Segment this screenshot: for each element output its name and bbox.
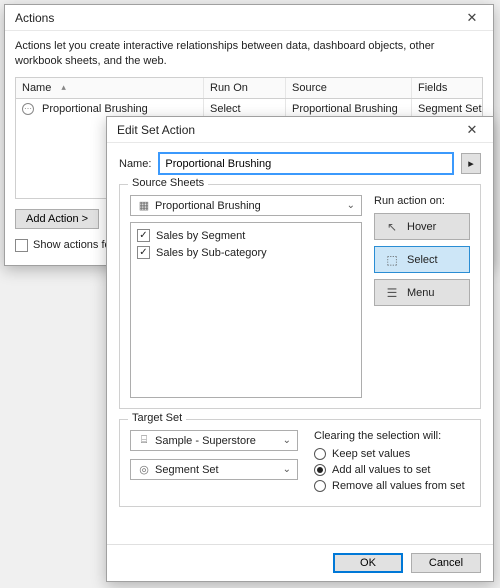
actions-titlebar: Actions ✕ [5,5,493,31]
source-sheets-title: Source Sheets [128,177,208,189]
edit-title: Edit Set Action [117,123,195,137]
actions-title: Actions [15,11,54,25]
actions-grid-header: Name ▴ Run On Source Fields [15,77,483,99]
edit-close-button[interactable]: ✕ [457,120,487,140]
actions-close-button[interactable]: ✕ [457,8,487,28]
col-header-source[interactable]: Source [286,78,412,98]
menu-icon: ☰ [385,286,399,300]
chevron-down-icon: ⌄ [283,435,291,446]
clearing-label: Clearing the selection will: [314,430,470,442]
add-action-button[interactable]: Add Action > [15,209,99,229]
col-header-fields[interactable]: Fields [412,78,482,98]
radio-icon [314,464,326,476]
name-label: Name: [119,158,151,170]
radio-icon [314,480,326,492]
radio-keep[interactable]: Keep set values [314,448,470,460]
target-datasource-combo[interactable]: ⌸ Sample - Superstore ⌄ [130,430,298,451]
radio-icon [314,448,326,460]
checkbox-icon [15,239,28,252]
source-sheet-list: Sales by Segment Sales by Sub-category [130,222,362,398]
cancel-button[interactable]: Cancel [411,553,481,573]
datasource-icon: ⌸ [137,434,151,447]
dialog-button-row: OK Cancel [107,544,493,581]
run-select-button[interactable]: ⬚ Select [374,246,470,273]
radio-remove[interactable]: Remove all values from set [314,480,470,492]
run-action-label: Run action on: [374,195,470,207]
target-set-title: Target Set [128,412,186,424]
list-item[interactable]: Sales by Segment [137,227,355,244]
chevron-down-icon: ⌄ [347,200,355,211]
run-hover-button[interactable]: ↖ Hover [374,213,470,240]
actions-intro: Actions let you create interactive relat… [15,39,483,69]
show-actions-checkbox[interactable]: Show actions for [15,239,114,252]
col-header-runon[interactable]: Run On [204,78,286,98]
list-item[interactable]: Sales by Sub-category [137,244,355,261]
target-set-group: Target Set ⌸ Sample - Superstore ⌄ ◎ Seg… [119,419,481,507]
hover-icon: ↖ [385,220,399,234]
name-menu-button[interactable]: ▸ [461,153,481,174]
chevron-down-icon: ⌄ [283,464,291,475]
checkbox-icon [137,229,150,242]
edit-set-action-window: Edit Set Action ✕ Name: ▸ Source Sheets … [106,116,494,582]
col-header-name[interactable]: Name ▴ [16,78,204,98]
run-menu-button[interactable]: ☰ Menu [374,279,470,306]
select-icon: ⬚ [385,253,399,267]
dashboard-icon: ▦ [137,199,151,212]
chevron-right-icon: ▸ [468,157,474,170]
target-set-combo[interactable]: ◎ Segment Set ⌄ [130,459,298,480]
checkbox-icon [137,246,150,259]
source-dashboard-combo[interactable]: ▦ Proportional Brushing ⌄ [130,195,362,216]
ok-button[interactable]: OK [333,553,403,573]
edit-titlebar: Edit Set Action ✕ [107,117,493,143]
sort-asc-icon: ▴ [61,82,66,93]
set-icon: ◎ [137,463,151,476]
radio-add[interactable]: Add all values to set [314,464,470,476]
name-input[interactable] [159,153,453,174]
set-action-icon: ⋯ [22,103,34,115]
source-sheets-group: Source Sheets ▦ Proportional Brushing ⌄ … [119,184,481,409]
